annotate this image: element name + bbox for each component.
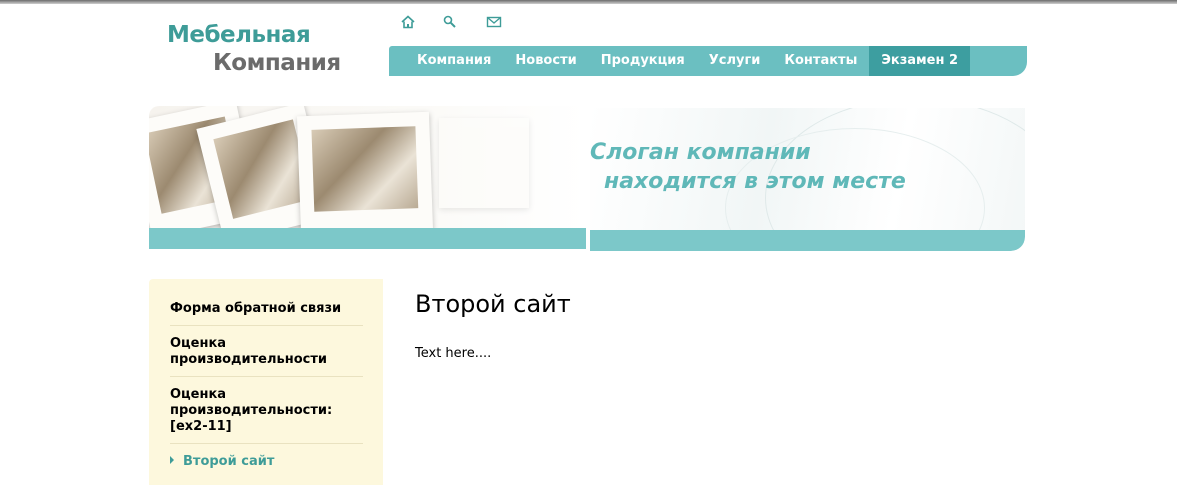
nav-item-company[interactable]: Компания <box>405 46 503 76</box>
header-banner: Слоган компании находится в этом месте <box>149 106 1025 251</box>
mail-icon[interactable] <box>486 14 502 30</box>
logo-line-1: Мебельная <box>167 22 311 48</box>
search-icon[interactable] <box>442 14 458 30</box>
banner-photo-4 <box>439 118 529 208</box>
sidebar-item-second-site[interactable]: Второй сайт <box>170 452 363 478</box>
sidebar-item-performance-ex2-11[interactable]: Оценка производительности: [ex2-11] <box>170 385 363 444</box>
sidebar-menu: Форма обратной связи Оценка производител… <box>149 279 383 485</box>
nav-item-contacts[interactable]: Контакты <box>772 46 869 76</box>
nav-item-exam-2[interactable]: Экзамен 2 <box>869 46 971 76</box>
slogan-line-1: Слоган компании <box>590 140 811 165</box>
banner-slogan-area: Слоган компании находится в этом месте <box>590 108 1025 251</box>
sidebar-item-performance[interactable]: Оценка производительности <box>170 334 363 377</box>
sidebar-item-feedback-form[interactable]: Форма обратной связи <box>170 299 363 326</box>
banner-photo-3 <box>296 111 434 235</box>
logo-line-2: Компания <box>213 50 341 76</box>
company-logo[interactable]: Мебельная Компания <box>167 22 347 78</box>
main-nav: Компания Новости Продукция Услуги Контак… <box>389 46 1027 76</box>
sidebar-item-label: Второй сайт <box>183 454 275 469</box>
page-title: Второй сайт <box>415 290 571 318</box>
nav-item-news[interactable]: Новости <box>503 46 588 76</box>
caret-right-icon <box>170 456 174 464</box>
banner-stripe-left <box>149 228 586 249</box>
slogan-line-2: находится в этом месте <box>604 169 906 194</box>
banner-stripe-right <box>590 230 1025 251</box>
page-content: Text here.... <box>415 346 492 361</box>
home-icon[interactable] <box>400 14 416 30</box>
banner-photos <box>149 106 586 249</box>
nav-item-products[interactable]: Продукция <box>589 46 697 76</box>
nav-item-services[interactable]: Услуги <box>697 46 773 76</box>
top-border <box>0 0 1177 4</box>
